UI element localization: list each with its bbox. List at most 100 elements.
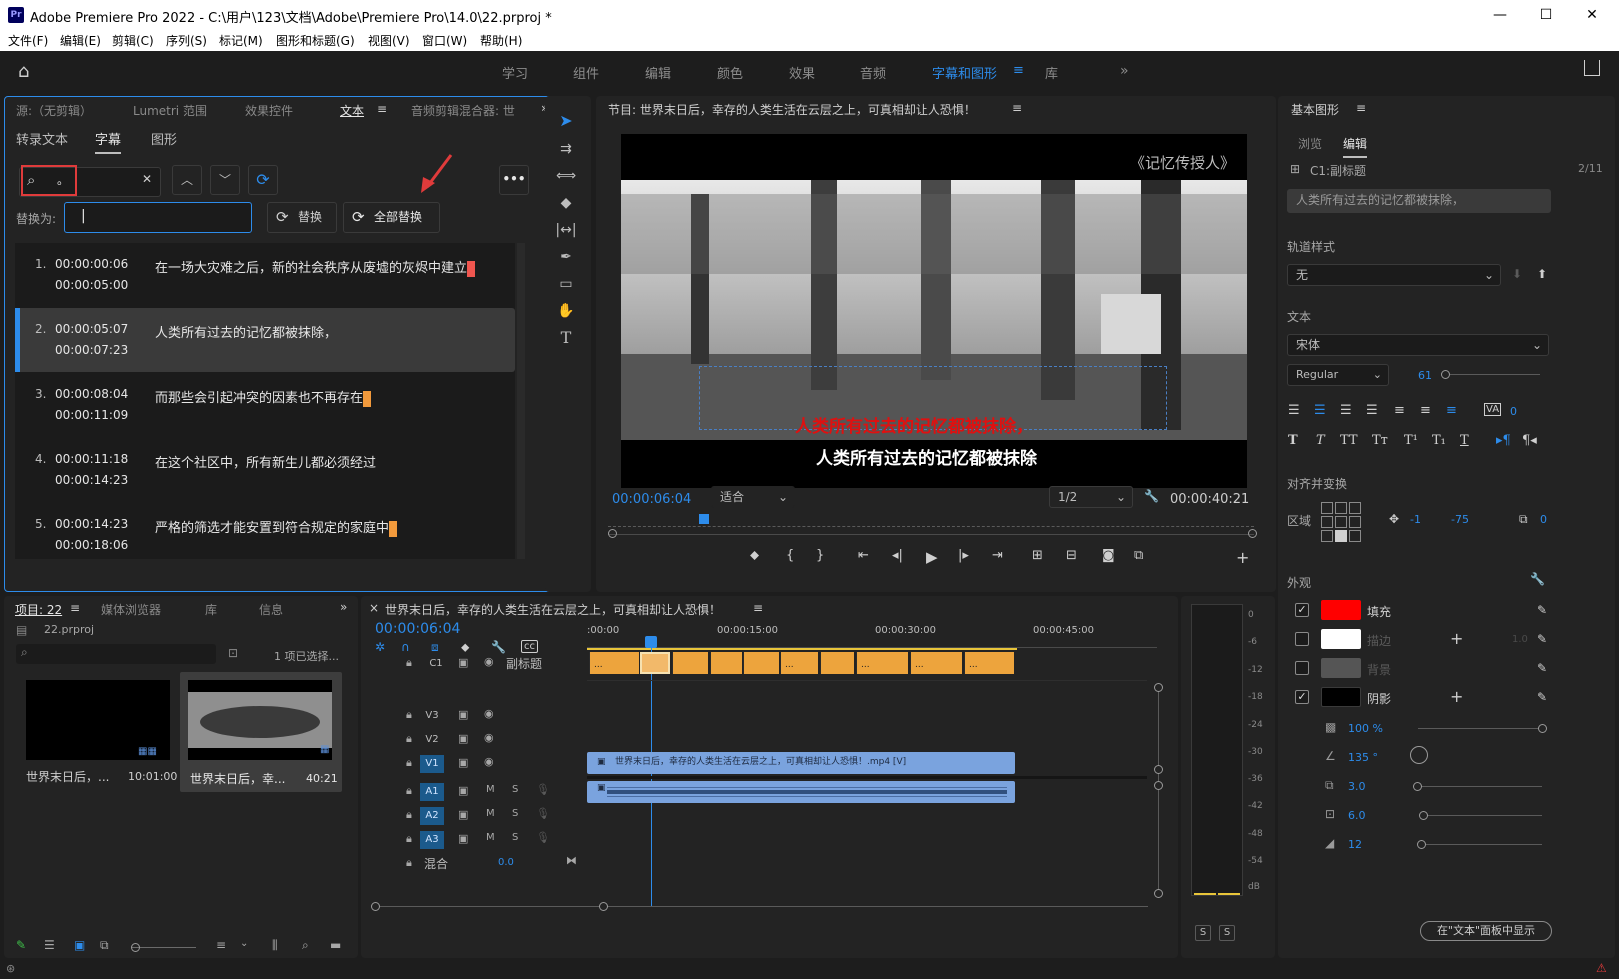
track-select-icon[interactable]: ⇉ [555,138,577,160]
push-style-icon[interactable]: ⬇ [1512,267,1522,281]
menu-window[interactable]: 窗口(W) [422,32,467,49]
sync-lock-icon[interactable]: ▣ [458,832,468,845]
stroke-checkbox[interactable] [1295,632,1309,646]
italic-icon[interactable]: T [1316,433,1325,448]
subtab-captions[interactable]: 字幕 [95,129,122,154]
zoom-slider-knob[interactable] [131,943,140,952]
align-center-icon[interactable]: ☰ [1314,403,1326,418]
project-menu-icon[interactable]: ≡ [70,601,80,615]
ltr-icon[interactable]: ▸¶ [1496,433,1511,448]
workspace-menu-icon[interactable]: ≡ [1013,63,1024,78]
shadow-color-swatch[interactable] [1321,687,1361,707]
icon-view-icon[interactable]: ▣ [74,938,85,952]
playhead-handle[interactable] [645,636,657,648]
zoom-bar[interactable] [608,534,1254,535]
scale-value[interactable]: 0 [1540,513,1547,526]
hand-icon[interactable]: ✋ [555,300,577,322]
background-eyedropper-icon[interactable]: ✎ [1537,661,1547,675]
track-label[interactable]: A1 [420,783,444,801]
automate-icon[interactable]: ⫼ [272,938,278,953]
align-middle-icon[interactable]: ≡ [1420,403,1431,418]
mark-in-icon[interactable]: { [786,548,794,563]
caption-row[interactable]: 1. 00:00:00:06 00:00:05:00 在一场大灾难之后，新的社会… [15,243,515,307]
caption-clip[interactable] [710,652,742,674]
caption-clip-selected[interactable] [640,652,670,674]
menu-file[interactable]: 文件(F) [8,32,48,49]
ripple-edit-icon[interactable]: ⟺ [555,165,577,187]
appearance-wrench-icon[interactable]: 🔧 [1530,572,1545,586]
pen-icon[interactable]: ✒ [555,246,577,268]
font-size-slider[interactable] [1446,374,1540,375]
stroke-width-value[interactable]: 1.0 [1512,634,1528,645]
add-button-icon[interactable]: + [1236,548,1249,567]
shadow-angle-value[interactable]: 135 ° [1348,751,1378,764]
comparison-view-icon[interactable]: ⧉ [1134,548,1143,563]
add-stroke-icon[interactable]: + [1450,629,1463,648]
caption-clip[interactable]: ... [589,652,639,674]
align-top-icon[interactable]: ≡ [1394,403,1405,418]
add-marker-icon[interactable]: ⬥ [750,548,759,563]
settings-wrench-icon[interactable]: 🔧 [1144,489,1159,503]
size-knob[interactable] [1419,811,1428,820]
fill-color-swatch[interactable] [1321,600,1361,620]
caption-row[interactable]: 3. 00:00:08:04 00:00:11:09 而那些会引起冲突的因素也不… [15,373,515,437]
rectangle-icon[interactable]: ▭ [555,273,577,295]
eye-icon[interactable]: ◉ [484,655,494,668]
clear-search-icon[interactable]: ✕ [142,172,152,186]
ws-assembly[interactable]: 组件 [573,63,599,82]
panel-menu-icon[interactable]: ≡ [377,102,387,116]
shadow-eyedropper-icon[interactable]: ✎ [1537,690,1547,704]
lock-icon[interactable]: 🔒︎ [406,732,412,746]
sort-icon[interactable]: ≡ [216,938,226,952]
fit-dropdown[interactable]: 适合 ⌄ [711,486,795,508]
ws-learn[interactable]: 学习 [502,63,528,82]
track-label[interactable]: V2 [420,731,444,749]
tab-lumetri-scopes[interactable]: Lumetri 范围 [133,102,207,119]
caption-row-selected[interactable]: 2. 00:00:05:07 00:00:07:23 人类所有过去的记忆都被抹除… [15,308,515,372]
project-item-selected[interactable]: ▦ 世界末日后，幸... 40:21 [180,672,342,792]
vscroll-handle[interactable] [1154,765,1163,774]
tab-media-browser[interactable]: 媒体浏览器 [101,601,161,618]
slip-icon[interactable]: |↔| [555,219,577,241]
replace-all-button[interactable]: ⟳ 全部替换 [343,202,440,233]
audio-clip[interactable]: ▣ [587,781,1015,803]
mute-button[interactable]: M [486,808,495,819]
angle-dial[interactable] [1410,746,1428,764]
hscroll-right-handle[interactable] [599,902,608,911]
align-right-icon[interactable]: ☰ [1340,403,1352,418]
tracking-value[interactable]: 0 [1510,405,1517,418]
ws-libraries[interactable]: 库 [1045,63,1058,82]
bold-icon[interactable]: T [1288,433,1298,448]
fill-checkbox[interactable]: ✓ [1295,603,1309,617]
more-options-button[interactable]: ••• [499,165,529,195]
tab-libraries[interactable]: 库 [205,601,217,618]
replace-input[interactable]: | [64,202,252,233]
ws-effects[interactable]: 效果 [789,63,815,82]
lock-icon[interactable]: 🔒︎ [406,808,412,822]
sync-lock-icon[interactable]: ▣ [458,784,468,797]
hscroll-left-handle[interactable] [371,902,380,911]
underline-icon[interactable]: T [1460,433,1469,448]
opacity-knob[interactable] [1538,724,1547,733]
tab-effect-controls[interactable]: 效果控件 [245,102,293,119]
menu-clip[interactable]: 剪辑(C) [112,32,154,49]
menu-graphics[interactable]: 图形和标题(G) [276,32,355,49]
solo-button[interactable]: S [512,808,518,819]
menu-marker[interactable]: 标记(M) [219,32,263,49]
tab-info[interactable]: 信息 [259,601,283,618]
more-tabs-icon[interactable]: » [340,600,347,614]
vscroll-handle[interactable] [1154,781,1163,790]
solo-left-button[interactable]: S [1195,925,1211,941]
menu-edit[interactable]: 编辑(E) [60,32,101,49]
caption-clip[interactable]: ... [910,652,962,674]
microphone-icon[interactable]: 🎙︎ [536,831,550,844]
all-caps-icon[interactable]: TT [1340,433,1358,448]
sync-lock-icon[interactable]: ▣ [458,656,468,669]
shadow-opacity-value[interactable]: 100 % [1348,722,1383,735]
close-button[interactable]: ✕ [1569,0,1615,30]
blur-slider[interactable] [1422,844,1542,845]
timeline-vscrollbar[interactable] [1158,688,1159,892]
project-item[interactable]: ▦▦ 世界末日后，... 10:01:00 [16,676,178,792]
track-label[interactable]: A3 [420,831,444,849]
timeline-ruler[interactable] [587,640,1157,648]
